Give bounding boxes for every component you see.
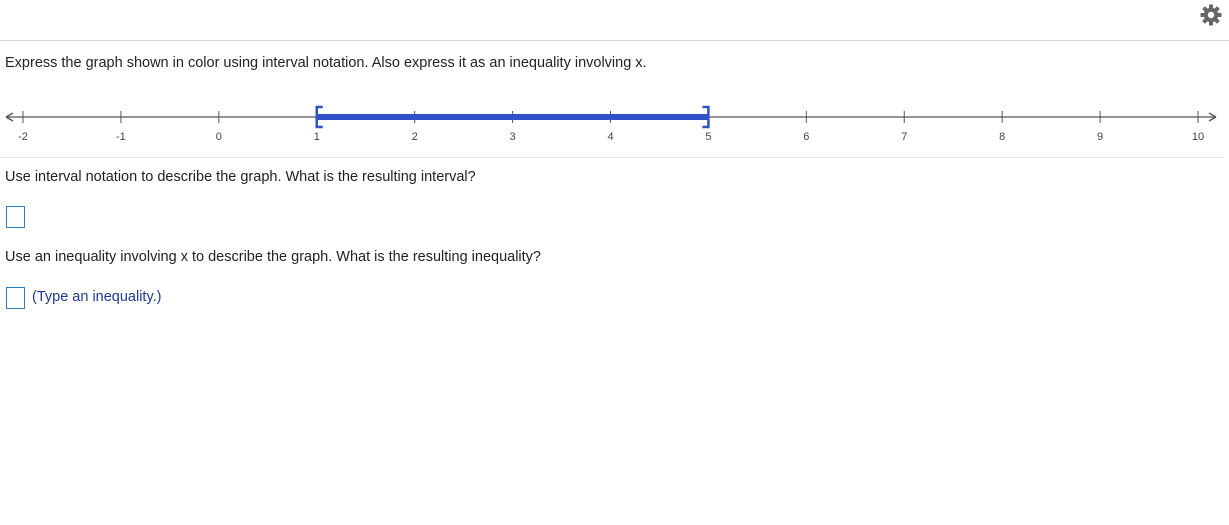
tick-label: 10	[1192, 131, 1204, 143]
number-line: -2 -1 0 1 2 3 4 5 6 7 8 9 10	[5, 105, 1217, 143]
inequality-question: Use an inequality involving x to describ…	[5, 249, 541, 265]
inequality-answer-input[interactable]	[6, 287, 25, 309]
tick-label: 4	[607, 131, 613, 143]
interval-question: Use interval notation to describe the gr…	[5, 169, 476, 185]
tick-label: -2	[18, 131, 28, 143]
tick-label: 3	[510, 131, 516, 143]
tick-label: 6	[803, 131, 809, 143]
tick-label: 0	[216, 131, 222, 143]
gear-icon[interactable]	[1199, 3, 1223, 27]
section-divider	[0, 157, 1224, 158]
tick-label: 7	[901, 131, 907, 143]
tick-label: 2	[412, 131, 418, 143]
tick-label: -1	[116, 131, 126, 143]
problem-prompt: Express the graph shown in color using i…	[5, 55, 647, 71]
inequality-hint: (Type an inequality.)	[32, 289, 162, 305]
interval-answer-input[interactable]	[6, 206, 25, 228]
header-divider	[0, 40, 1229, 41]
tick-label: 5	[705, 131, 711, 143]
tick-label: 8	[999, 131, 1005, 143]
tick-label: 1	[314, 131, 320, 143]
tick-label: 9	[1097, 131, 1103, 143]
